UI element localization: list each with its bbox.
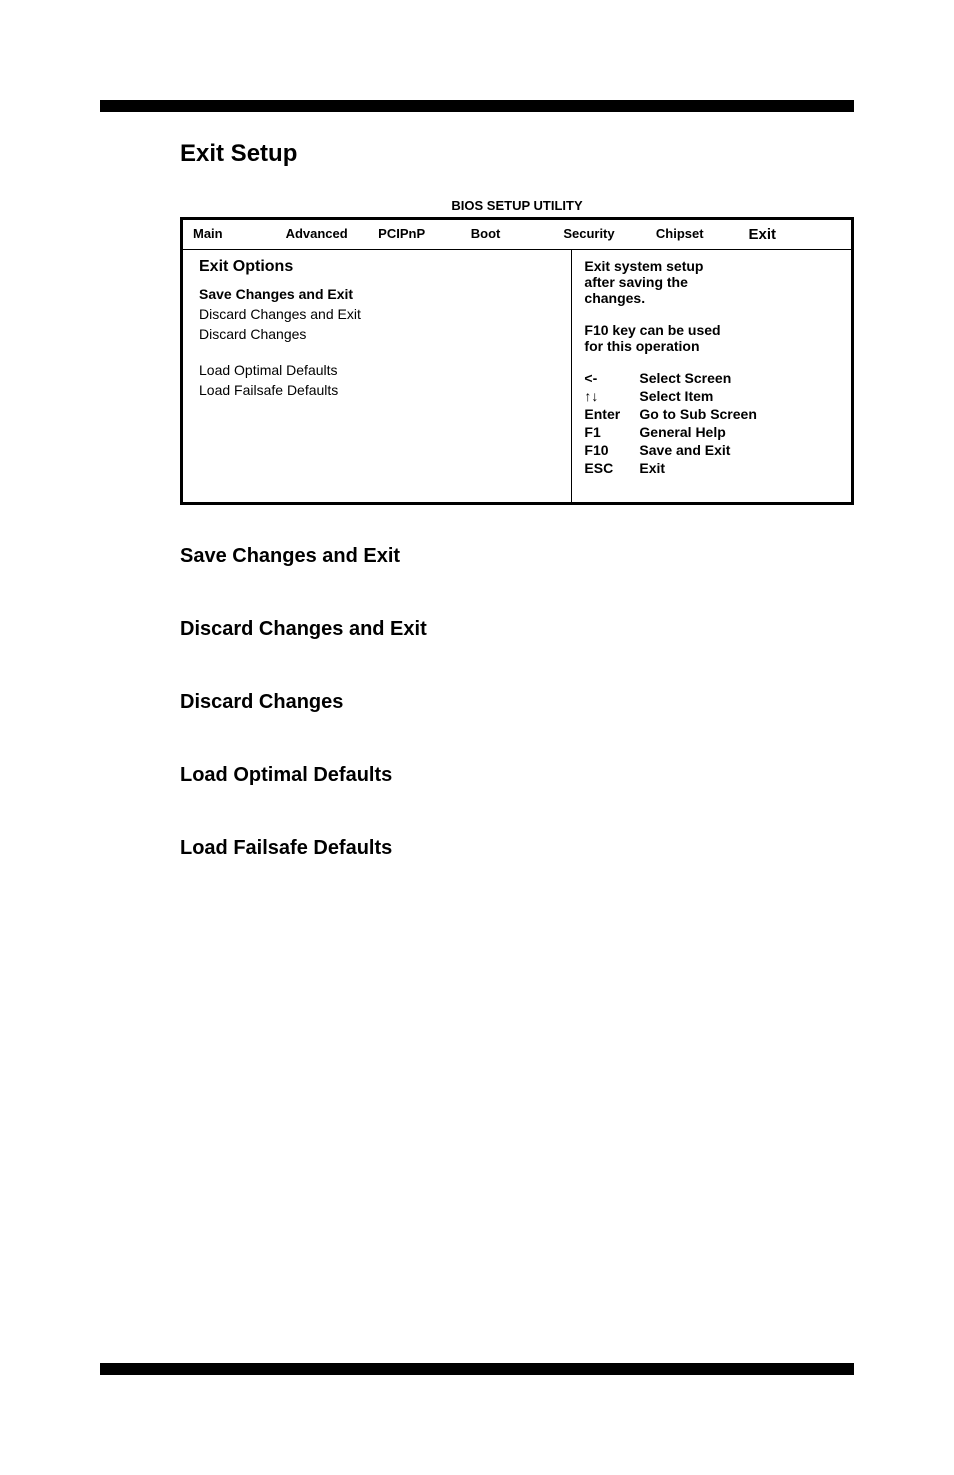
tab-boot[interactable]: Boot [471, 226, 564, 243]
key-f10-key: F10 [584, 442, 639, 458]
menu-load-failsafe[interactable]: Load Failsafe Defaults [199, 382, 555, 398]
menu-discard-changes-exit[interactable]: Discard Changes and Exit [199, 306, 555, 322]
key-arrows: ↑↓ [584, 388, 639, 404]
key-f10-label: Save and Exit [639, 442, 730, 458]
bottom-horizontal-rule [100, 1363, 854, 1375]
exit-options-title: Exit Options [199, 258, 555, 276]
help-text-line2: after saving the [584, 274, 839, 290]
f10-hint-line1: F10 key can be used [584, 322, 839, 338]
help-text-line3: changes. [584, 290, 839, 306]
top-horizontal-rule [100, 100, 854, 112]
key-enter-label: Go to Sub Screen [639, 406, 756, 422]
key-arrows-label: Select Item [639, 388, 713, 404]
menu-save-changes-exit[interactable]: Save Changes and Exit [199, 286, 555, 302]
key-select-item: ↑↓ Select Item [584, 388, 839, 404]
key-arrow-back-label: Select Screen [639, 370, 731, 386]
tab-main[interactable]: Main [193, 226, 286, 243]
f10-hint-line2: for this operation [584, 338, 839, 354]
key-enter: Enter Go to Sub Screen [584, 406, 839, 422]
section-load-failsafe-defaults: Load Failsafe Defaults [180, 837, 854, 860]
menu-load-optimal[interactable]: Load Optimal Defaults [199, 362, 555, 378]
tab-chipset[interactable]: Chipset [656, 226, 749, 243]
key-f1: F1 General Help [584, 424, 839, 440]
bios-setup-box: Main Advanced PCIPnP Boot Security Chips… [180, 217, 854, 505]
key-f1-label: General Help [639, 424, 725, 440]
menu-discard-changes[interactable]: Discard Changes [199, 326, 555, 342]
bios-body: Exit Options Save Changes and Exit Disca… [183, 250, 851, 502]
tab-advanced[interactable]: Advanced [286, 226, 379, 243]
tab-exit[interactable]: Exit [748, 226, 841, 243]
key-esc: ESC Exit [584, 460, 839, 476]
page-content: Exit Setup BIOS SETUP UTILITY Main Advan… [180, 140, 854, 910]
key-f1-key: F1 [584, 424, 639, 440]
page-title: Exit Setup [180, 140, 854, 168]
section-load-optimal-defaults: Load Optimal Defaults [180, 764, 854, 787]
key-f10: F10 Save and Exit [584, 442, 839, 458]
bios-right-pane: Exit system setup after saving the chang… [572, 250, 851, 502]
section-discard-changes: Discard Changes [180, 691, 854, 714]
key-arrow-back: <- [584, 370, 639, 386]
section-save-changes-exit: Save Changes and Exit [180, 545, 854, 568]
tab-security[interactable]: Security [563, 226, 656, 243]
bios-utility-label: BIOS SETUP UTILITY [180, 198, 854, 213]
section-discard-changes-exit: Discard Changes and Exit [180, 618, 854, 641]
help-text-line1: Exit system setup [584, 258, 839, 274]
key-esc-label: Exit [639, 460, 665, 476]
key-enter-key: Enter [584, 406, 639, 422]
key-select-screen: <- Select Screen [584, 370, 839, 386]
tab-pcipnp[interactable]: PCIPnP [378, 226, 471, 243]
bios-left-pane: Exit Options Save Changes and Exit Disca… [183, 250, 572, 502]
bios-tab-row: Main Advanced PCIPnP Boot Security Chips… [183, 220, 851, 250]
key-esc-key: ESC [584, 460, 639, 476]
